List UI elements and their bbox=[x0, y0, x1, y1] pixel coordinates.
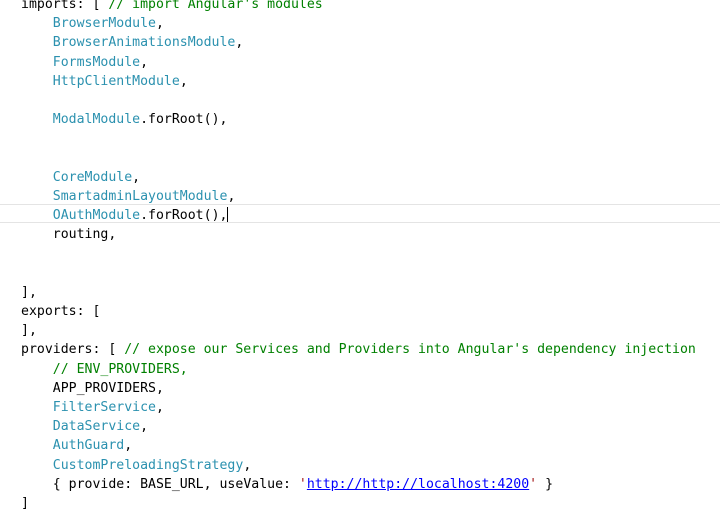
code-token: exports: [ bbox=[21, 304, 101, 319]
code-line[interactable]: BrowserModule, bbox=[21, 14, 696, 33]
code-identifier: HttpClientModule bbox=[52, 73, 180, 89]
code-line[interactable]: FormsModule, bbox=[21, 53, 696, 72]
code-token: routing, bbox=[52, 227, 117, 243]
code-line[interactable]: ] bbox=[21, 494, 696, 511]
code-identifier: AuthGuard bbox=[52, 438, 125, 454]
code-line[interactable]: ​ bbox=[21, 264, 696, 283]
code-token: } bbox=[537, 476, 554, 492]
code-string-quote: ' bbox=[298, 476, 307, 492]
code-line[interactable]: CoreModule, bbox=[21, 168, 696, 187]
code-token: providers: [ bbox=[21, 342, 125, 358]
code-comment: // import Angular's modules bbox=[108, 0, 323, 12]
code-line[interactable]: ], bbox=[21, 283, 696, 302]
code-token: , bbox=[124, 438, 133, 454]
code-token: .forRoot(), bbox=[140, 112, 228, 128]
code-line[interactable]: ​ bbox=[21, 129, 696, 148]
code-line[interactable]: HttpClientModule, bbox=[21, 72, 696, 91]
code-line[interactable]: imports: [ // import Angular's modules bbox=[21, 0, 696, 14]
code-identifier: SmartadminLayoutModule bbox=[52, 188, 228, 204]
code-identifier: DataService bbox=[52, 419, 141, 435]
code-line[interactable]: ModalModule.forRoot(), bbox=[21, 110, 696, 129]
code-line[interactable]: OAuthModule.forRoot(), bbox=[21, 206, 696, 225]
code-line[interactable]: BrowserAnimationsModule, bbox=[21, 33, 696, 52]
code-line[interactable]: APP_PROVIDERS, bbox=[21, 379, 696, 398]
code-string-quote: ' bbox=[529, 476, 538, 492]
code-token: ] bbox=[21, 495, 29, 511]
code-identifier: FormsModule bbox=[52, 54, 141, 70]
code-token: ], bbox=[21, 284, 37, 300]
code-line[interactable]: FilterService, bbox=[21, 398, 696, 417]
code-token: { provide: BASE_URL, useValue: bbox=[52, 476, 299, 492]
code-identifier: OAuthModule bbox=[52, 208, 141, 224]
code-line[interactable]: ], bbox=[21, 321, 696, 340]
code-line[interactable]: AuthGuard, bbox=[21, 436, 696, 455]
code-line[interactable]: DataService, bbox=[21, 417, 696, 436]
code-token: imports: [ bbox=[21, 0, 109, 12]
code-identifier: CustomPreloadingStrategy bbox=[52, 457, 244, 473]
code-line[interactable]: ​ bbox=[21, 149, 696, 168]
code-identifier: CoreModule bbox=[52, 169, 133, 185]
code-url-link[interactable]: http://http://localhost:4200 bbox=[307, 477, 529, 492]
code-token: , bbox=[227, 188, 236, 204]
code-token: ], bbox=[21, 323, 37, 339]
code-line[interactable]: exports: [ bbox=[21, 302, 696, 321]
code-token: , bbox=[155, 16, 164, 32]
code-line[interactable]: CustomPreloadingStrategy, bbox=[21, 456, 696, 475]
code-token: , bbox=[179, 73, 188, 89]
code-editor[interactable]: imports: [ // import Angular's modules B… bbox=[0, 0, 720, 511]
code-line[interactable]: SmartadminLayoutModule, bbox=[21, 187, 696, 206]
code-identifier: FilterService bbox=[52, 399, 156, 415]
text-cursor bbox=[227, 207, 229, 223]
code-line[interactable]: providers: [ // expose our Services and … bbox=[21, 340, 696, 359]
code-token: , bbox=[155, 399, 164, 415]
code-text[interactable]: imports: [ // import Angular's modules B… bbox=[21, 0, 696, 511]
code-identifier: BrowserModule bbox=[52, 16, 156, 32]
code-line[interactable]: { provide: BASE_URL, useValue: 'http://h… bbox=[21, 475, 696, 494]
code-line[interactable]: ​ bbox=[21, 244, 696, 263]
code-line[interactable]: // ENV_PROVIDERS, bbox=[21, 360, 696, 379]
code-token: , bbox=[132, 169, 141, 185]
code-token: , bbox=[140, 419, 149, 435]
code-token: , bbox=[243, 457, 252, 473]
code-token: , bbox=[140, 54, 149, 70]
code-comment: // expose our Services and Providers int… bbox=[124, 342, 696, 358]
code-identifier: BrowserAnimationsModule bbox=[52, 35, 236, 51]
code-identifier: ModalModule bbox=[52, 112, 141, 128]
code-line[interactable]: routing, bbox=[21, 225, 696, 244]
code-token: APP_PROVIDERS, bbox=[52, 380, 164, 396]
code-token: , bbox=[235, 35, 244, 51]
code-line[interactable]: ​ bbox=[21, 91, 696, 110]
code-comment: // ENV_PROVIDERS, bbox=[52, 361, 188, 377]
code-token: .forRoot(), bbox=[140, 208, 228, 224]
